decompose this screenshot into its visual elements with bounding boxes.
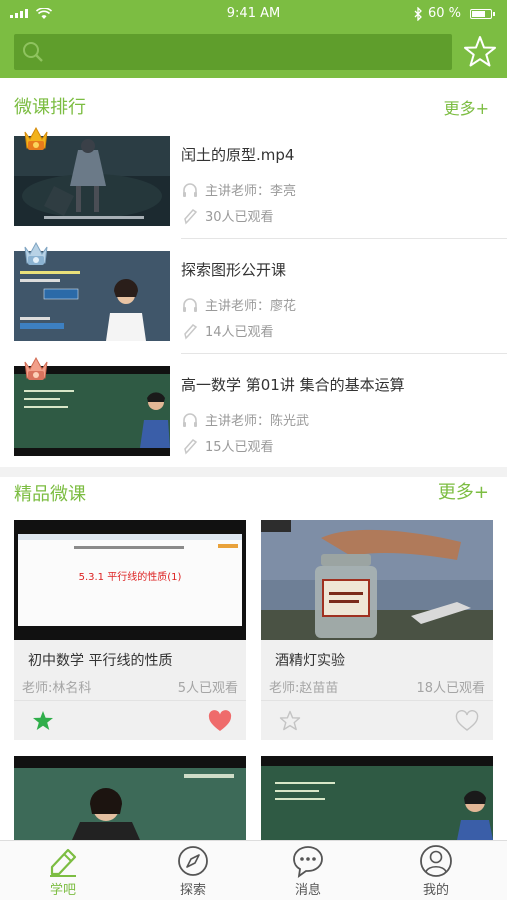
view-count: 18人已观看 [416, 681, 485, 696]
ranking-more-link[interactable]: 更多+ [444, 95, 489, 119]
view-count: 30人已观看 [205, 210, 274, 225]
course-title: 探索图形公开课 [181, 261, 287, 279]
views-row: 15人已观看 [181, 436, 274, 455]
course-title: 高一数学 第01讲 集合的基本运算 [181, 376, 405, 394]
bronze-crown-icon [24, 356, 48, 380]
status-bar: 9:41 AM 60 % [0, 0, 507, 28]
battery-percent: 60 % [428, 6, 462, 21]
tab-label: 探索 [179, 883, 206, 898]
favorites-star-icon[interactable] [462, 34, 498, 70]
course-title: 初中数学 平行线的性质 [28, 653, 173, 669]
search-icon [23, 42, 43, 62]
ranking-list-item[interactable]: 闰土的原型.mp4 主讲老师：李亮 30人已观看 [0, 124, 507, 239]
featured-more-link[interactable]: 更多+ [438, 478, 489, 504]
card-divider [14, 700, 246, 701]
view-count: 15人已观看 [205, 440, 274, 455]
teacher-row: 主讲老师：陈光武 [181, 410, 309, 429]
headphones-icon [183, 412, 197, 427]
course-card[interactable] [261, 756, 493, 840]
featured-section-title: 精品微课 [14, 484, 86, 505]
bluetooth-icon [414, 7, 422, 21]
app-header: 9:41 AM 60 % [0, 0, 507, 78]
views-row: 14人已观看 [181, 321, 274, 340]
course-title: 酒精灯实验 [275, 653, 345, 669]
pencil-icon [184, 323, 198, 339]
video-thumbnail [14, 756, 246, 840]
ranking-list-item[interactable]: 探索图形公开课 主讲老师：廖花 14人已观看 [0, 239, 507, 354]
compass-icon [178, 846, 208, 876]
favorite-star-icon[interactable] [32, 710, 54, 732]
view-count: 14人已观看 [205, 325, 274, 340]
like-heart-outline-icon[interactable] [455, 710, 479, 732]
view-count: 5人已观看 [177, 681, 238, 696]
pencil-icon [184, 438, 198, 454]
headphones-icon [183, 297, 197, 312]
headphones-icon [183, 182, 197, 197]
teacher-row: 主讲老师：廖花 [181, 295, 296, 314]
like-heart-icon[interactable] [208, 710, 232, 732]
search-input[interactable] [14, 34, 452, 70]
ranking-section-title: 微课排行 [14, 97, 86, 118]
teacher-name: 主讲老师：陈光武 [205, 414, 310, 429]
card-divider [261, 700, 493, 701]
views-row: 30人已观看 [181, 206, 274, 225]
tab-messages[interactable]: 消息 [245, 841, 371, 900]
course-card[interactable] [14, 756, 246, 840]
teacher-name: 老师:林名科 [22, 681, 92, 696]
chat-bubble-icon [293, 846, 323, 878]
tab-explore[interactable]: 探索 [130, 841, 256, 900]
silver-crown-icon [24, 241, 48, 265]
bottom-tab-bar: 学吧 探索 消息 我的 [0, 840, 507, 900]
battery-icon [470, 9, 495, 19]
user-icon [420, 845, 452, 877]
favorite-star-outline-icon[interactable] [279, 710, 301, 732]
tab-profile[interactable]: 我的 [373, 841, 499, 900]
thumb-caption: 5.3.1 平行线的性质(1) [79, 570, 182, 583]
tab-label: 消息 [294, 883, 321, 898]
pencil-icon [184, 208, 198, 224]
video-thumbnail [261, 520, 493, 640]
teacher-row: 主讲老师：李亮 [181, 180, 296, 199]
ranking-list-item[interactable]: 高一数学 第01讲 集合的基本运算 主讲老师：陈光武 15人已观看 [0, 354, 507, 469]
tab-label: 我的 [422, 883, 449, 898]
section-divider [0, 467, 507, 477]
pencil-icon [50, 848, 77, 877]
teacher-name: 老师:赵苗苗 [269, 681, 339, 696]
course-card[interactable]: 酒精灯实验 老师:赵苗苗 18人已观看 [261, 520, 493, 740]
tab-study[interactable]: 学吧 [0, 841, 126, 900]
video-thumbnail: 5.3.1 平行线的性质(1) [14, 520, 246, 640]
course-card[interactable]: 5.3.1 平行线的性质(1) 初中数学 平行线的性质 老师:林名科 5人已观看 [14, 520, 246, 740]
course-title: 闰土的原型.mp4 [181, 146, 295, 164]
teacher-name: 主讲老师：李亮 [205, 184, 297, 199]
gold-crown-icon [24, 126, 48, 150]
video-thumbnail [261, 756, 493, 840]
tab-label: 学吧 [49, 883, 76, 898]
teacher-name: 主讲老师：廖花 [205, 299, 297, 314]
